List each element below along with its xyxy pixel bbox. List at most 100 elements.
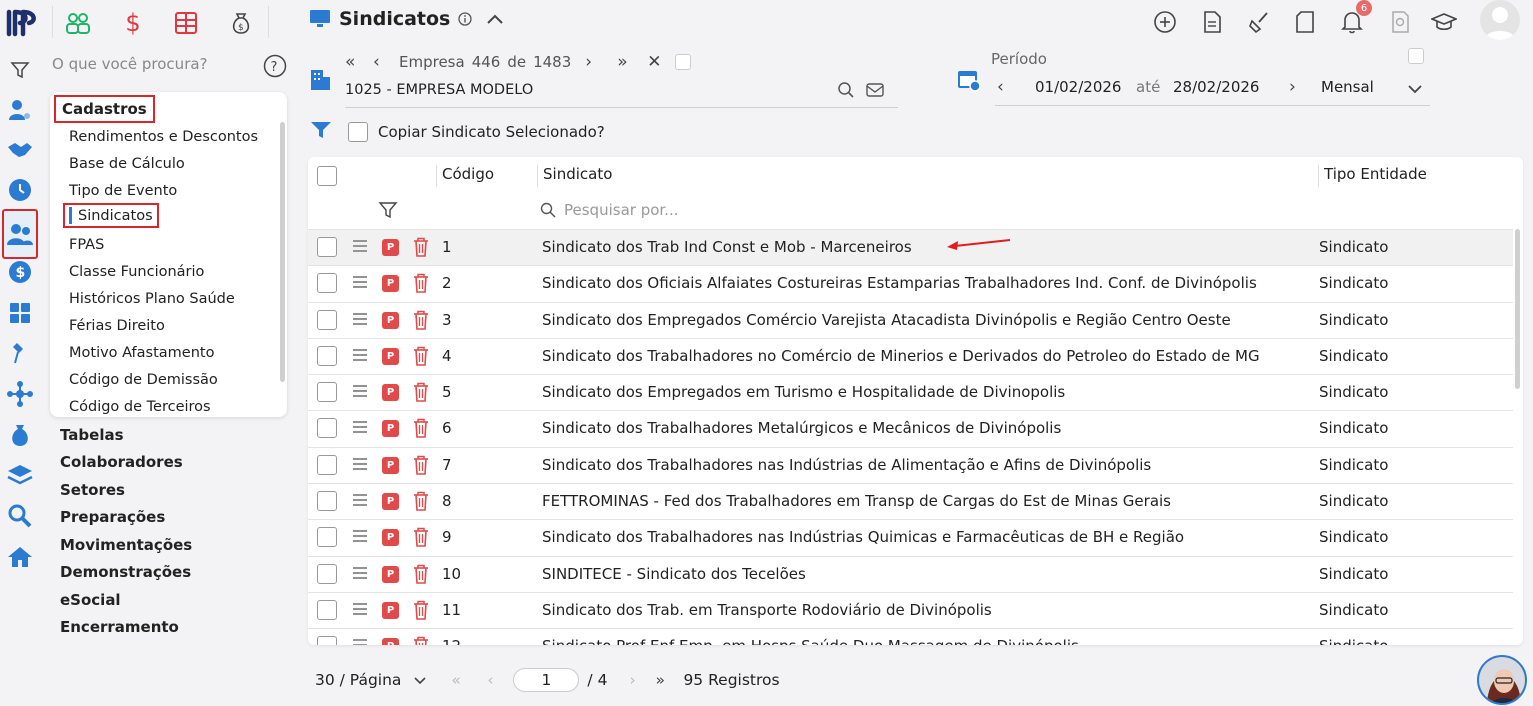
chevron-up-icon[interactable]	[486, 13, 504, 25]
table-search[interactable]: Pesquisar por...	[540, 201, 679, 219]
drag-handle-icon[interactable]	[352, 275, 368, 293]
trash-icon[interactable]	[413, 418, 429, 442]
menu-item-base-calculo[interactable]: Base de Cálculo	[69, 156, 185, 172]
menu-search-input[interactable]: O que você procura?	[52, 55, 208, 73]
table-row[interactable]: P 5 Sindicato dos Empregados em Turismo e …	[308, 374, 1513, 410]
trash-icon[interactable]	[413, 527, 429, 551]
chevron-down-icon[interactable]	[1407, 80, 1423, 98]
trash-icon[interactable]	[413, 600, 429, 624]
p-badge-icon[interactable]: P	[382, 638, 399, 645]
p-badge-icon[interactable]: P	[382, 420, 399, 438]
search-document-icon[interactable]	[1386, 8, 1414, 36]
empresa-checkbox[interactable]	[675, 54, 692, 70]
row-checkbox[interactable]	[317, 237, 337, 257]
menu-item-ferias-direito[interactable]: Férias Direito	[69, 318, 165, 334]
add-circle-icon[interactable]	[1151, 8, 1179, 36]
table-row[interactable]: P 8 FETTROMINAS - Fed dos Trabalhadores em…	[308, 483, 1513, 519]
p-badge-icon[interactable]: P	[382, 311, 399, 329]
trash-icon[interactable]	[413, 237, 429, 261]
row-checkbox[interactable]	[317, 599, 337, 620]
drag-handle-icon[interactable]	[352, 529, 368, 547]
home-icon[interactable]	[4, 541, 36, 573]
table-row[interactable]: P 3 Sindicato dos Empregados Comércio Vare…	[308, 301, 1513, 338]
trash-icon[interactable]	[413, 636, 429, 645]
trash-icon[interactable]	[413, 382, 429, 406]
trash-icon[interactable]	[413, 273, 429, 297]
menu-item-rendimentos[interactable]: Rendimentos e Descontos	[69, 129, 258, 145]
broom-icon[interactable]	[1245, 8, 1273, 36]
menu-demonstracoes[interactable]: Demonstrações	[60, 563, 191, 581]
app-logo[interactable]	[6, 8, 38, 38]
copy-checkbox[interactable]	[348, 122, 368, 142]
row-checkbox[interactable]	[317, 454, 337, 475]
row-checkbox[interactable]	[317, 491, 337, 512]
header-tipo-entidade[interactable]: Tipo Entidade	[1324, 165, 1427, 183]
prev-page-icon[interactable]: ‹	[487, 671, 513, 689]
p-badge-icon[interactable]: P	[382, 275, 399, 293]
mail-icon[interactable]	[866, 82, 884, 102]
menu-section-cadastros[interactable]: Cadastros	[54, 95, 155, 123]
menu-item-codigo-demissao[interactable]: Código de Demissão	[69, 372, 218, 388]
menu-item-classe-funcionario[interactable]: Classe Funcionário	[69, 264, 204, 280]
menu-preparacoes[interactable]: Preparações	[60, 508, 165, 526]
header-codigo[interactable]: Código	[442, 165, 494, 183]
menu-tabelas[interactable]: Tabelas	[60, 426, 124, 444]
drag-handle-icon[interactable]	[352, 348, 368, 366]
drag-handle-icon[interactable]	[352, 420, 368, 438]
user-avatar[interactable]	[1480, 0, 1520, 40]
graduation-cap-icon[interactable]	[1430, 8, 1458, 36]
chevron-down-icon[interactable]	[413, 671, 427, 689]
help-icon[interactable]: ?	[263, 54, 287, 82]
menu-encerramento[interactable]: Encerramento	[60, 618, 179, 636]
p-badge-icon[interactable]: P	[382, 493, 399, 511]
periodo-next-icon[interactable]: ›	[1289, 77, 1296, 97]
search-empresa-icon[interactable]	[837, 81, 855, 103]
menu-colaboradores[interactable]: Colaboradores	[60, 453, 183, 471]
column-filter-icon[interactable]	[378, 200, 398, 224]
drag-handle-icon[interactable]	[352, 602, 368, 620]
select-all-checkbox[interactable]	[317, 166, 337, 186]
periodo-start[interactable]: 01/02/2026	[1035, 78, 1121, 96]
menu-item-sindicatos[interactable]: Sindicatos	[63, 203, 159, 228]
prev-icon[interactable]: ‹	[373, 52, 399, 72]
p-badge-icon[interactable]: P	[382, 384, 399, 402]
table-scrollbar[interactable]	[1515, 229, 1520, 389]
row-checkbox[interactable]	[317, 527, 337, 548]
row-checkbox[interactable]	[317, 273, 337, 294]
close-icon[interactable]: ✕	[647, 52, 675, 72]
first-page-icon[interactable]: «	[451, 671, 487, 689]
header-sindicato[interactable]: Sindicato	[543, 165, 612, 183]
clock-icon[interactable]	[4, 174, 36, 206]
drag-handle-icon[interactable]	[352, 638, 368, 645]
filter-icon[interactable]	[4, 54, 36, 86]
row-checkbox[interactable]	[317, 563, 337, 584]
trash-icon[interactable]	[413, 564, 429, 588]
network-icon[interactable]	[4, 378, 36, 410]
trash-icon[interactable]	[413, 310, 429, 334]
info-icon[interactable]	[458, 12, 473, 26]
p-badge-icon[interactable]: P	[382, 565, 399, 583]
table-row[interactable]: P 9 Sindicato dos Trabalhadores nas Indúst…	[308, 519, 1513, 555]
menu-movimentacoes[interactable]: Movimentações	[60, 536, 192, 554]
table-row[interactable]: P 4 Sindicato dos Trabalhadores no Comérci…	[308, 337, 1513, 374]
document-icon[interactable]	[1198, 8, 1226, 36]
menu-item-fpas[interactable]: FPAS	[69, 237, 104, 253]
search-icon[interactable]	[4, 500, 36, 532]
p-badge-icon[interactable]: P	[382, 347, 399, 365]
p-badge-icon[interactable]: P	[382, 601, 399, 619]
employees-icon[interactable]	[2, 209, 38, 259]
trash-icon[interactable]	[413, 455, 429, 479]
handshake-icon[interactable]	[4, 134, 36, 166]
drag-handle-icon[interactable]	[352, 457, 368, 475]
p-badge-icon[interactable]: P	[382, 239, 399, 256]
user-settings-icon[interactable]	[4, 94, 36, 126]
menu-item-codigo-terceiros[interactable]: Código de Terceiros	[69, 399, 211, 415]
next-icon[interactable]: ›	[585, 52, 617, 72]
row-checkbox[interactable]	[317, 418, 337, 439]
money-bag-module-icon[interactable]: $	[226, 9, 256, 37]
menu-item-historicos-plano-saude[interactable]: Históricos Plano Saúde	[69, 291, 235, 307]
pin-tool-icon[interactable]	[4, 337, 36, 369]
per-page-select[interactable]: 30 / Página	[315, 671, 401, 689]
table-row[interactable]: P 1 Sindicato dos Trab Ind Const e Mob - M…	[308, 229, 1513, 266]
money-bag-icon[interactable]	[4, 419, 36, 451]
